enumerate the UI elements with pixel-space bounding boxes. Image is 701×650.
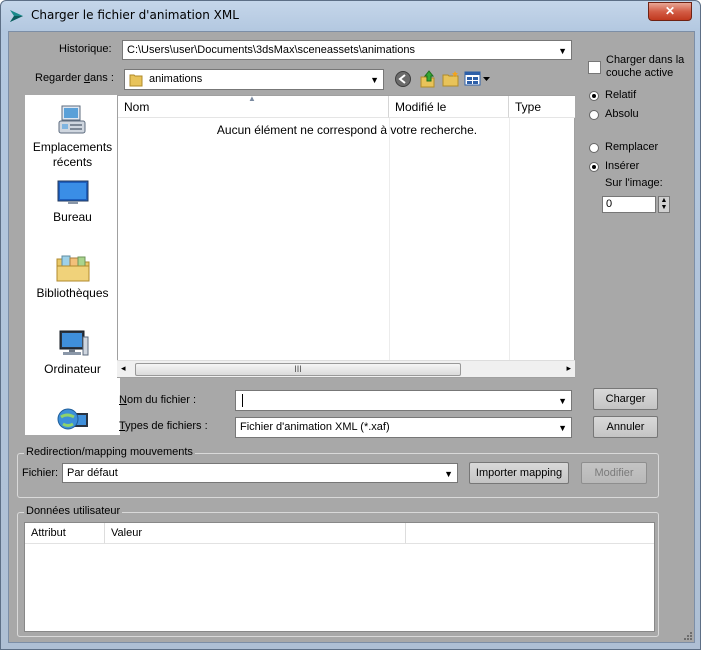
scroll-left-icon[interactable]: ◂ — [121, 363, 126, 374]
network-icon — [57, 408, 88, 430]
place-recent-label: Emplacements récents — [32, 140, 113, 169]
dialog-window: Charger le fichier d'animation XML ✕ His… — [0, 0, 701, 650]
dialog-client-area: Historique: C:\Users\user\Documents\3dsM… — [8, 31, 695, 643]
retarget-file-value: Par défaut — [67, 467, 118, 479]
retarget-group-title: Redirection/mapping mouvements — [24, 446, 195, 458]
column-divider — [509, 118, 510, 361]
column-header-modified[interactable]: Modifié le — [389, 96, 509, 118]
load-active-layer-checkbox[interactable] — [588, 61, 601, 74]
libraries-icon — [56, 255, 89, 282]
history-combo[interactable]: C:\Users\user\Documents\3dsMax\sceneasse… — [122, 40, 572, 60]
place-computer[interactable]: Ordinateur — [25, 329, 120, 377]
up-folder-icon[interactable] — [419, 69, 437, 89]
absolute-label: Absolu — [605, 108, 639, 120]
absolute-radio[interactable] — [589, 110, 599, 120]
window-title: Charger le fichier d'animation XML — [31, 8, 239, 22]
insert-radio[interactable] — [589, 162, 599, 172]
replace-label: Remplacer — [605, 141, 659, 153]
filetype-select[interactable]: Fichier d'animation XML (*.xaf) ▼ — [235, 417, 572, 438]
filetype-value: Fichier d'animation XML (*.xaf) — [240, 421, 390, 433]
chevron-down-icon[interactable]: ▼ — [444, 465, 453, 482]
load-button[interactable]: Charger — [593, 388, 658, 410]
resize-grip-icon[interactable] — [682, 630, 693, 641]
close-icon: ✕ — [664, 4, 676, 18]
text-caret — [242, 394, 243, 407]
column-header-attribute[interactable]: Attribut — [25, 523, 105, 544]
view-menu-icon[interactable] — [464, 70, 492, 88]
relative-radio[interactable] — [589, 91, 599, 101]
place-recent[interactable]: Emplacements récents — [25, 103, 120, 170]
look-in-value: animations — [149, 73, 203, 85]
filename-input[interactable]: ▼ — [235, 390, 572, 411]
retarget-file-label: Fichier: — [22, 467, 59, 479]
load-active-layer-label: Charger dans la couche active — [606, 54, 685, 79]
horizontal-scrollbar[interactable]: ◂ III ▸ — [117, 360, 575, 377]
on-frame-label: Sur l'image: — [605, 177, 663, 189]
3dsmax-app-icon — [10, 10, 23, 22]
empty-message: Aucun élément ne correspond à votre rech… — [216, 123, 478, 137]
on-frame-spinner[interactable]: ▲ ▼ — [658, 196, 670, 213]
replace-radio[interactable] — [589, 143, 599, 153]
chevron-down-icon[interactable]: ▼ — [558, 392, 567, 410]
look-in-label: Regarder dans : — [35, 72, 114, 84]
place-libraries[interactable]: Bibliothèques — [25, 253, 120, 301]
import-mapping-button[interactable]: Importer mapping — [469, 462, 569, 484]
place-computer-label: Ordinateur — [44, 362, 101, 376]
file-list[interactable]: Nom ▲ Modifié le Type Aucun élément ne c… — [117, 94, 575, 378]
spinner-down-icon[interactable]: ▼ — [659, 204, 669, 211]
filename-label: Nom du fichier : — [119, 394, 197, 406]
place-desktop[interactable]: Bureau — [25, 179, 120, 225]
chevron-down-icon[interactable]: ▼ — [558, 42, 567, 59]
column-header-type[interactable]: Type — [509, 96, 575, 118]
column-divider — [389, 118, 390, 361]
modify-button[interactable]: Modifier — [581, 462, 647, 484]
close-button[interactable]: ✕ — [648, 2, 692, 21]
insert-label: Insérer — [605, 160, 640, 172]
look-in-combo[interactable]: animations ▼ — [124, 69, 384, 90]
user-data-table[interactable]: Attribut Valeur — [24, 522, 655, 632]
scroll-right-icon[interactable]: ▸ — [566, 363, 571, 374]
new-folder-icon[interactable] — [442, 70, 460, 88]
folder-icon — [129, 74, 143, 87]
sort-ascending-icon: ▲ — [248, 94, 256, 103]
chevron-down-icon[interactable]: ▼ — [370, 71, 379, 89]
places-bar: Emplacements récents Bureau Bibliothèque… — [25, 95, 120, 435]
cancel-button[interactable]: Annuler — [593, 416, 658, 438]
chevron-down-icon[interactable]: ▼ — [558, 419, 567, 437]
retarget-file-select[interactable]: Par défaut ▼ — [62, 463, 458, 483]
history-value: C:\Users\user\Documents\3dsMax\sceneasse… — [127, 44, 415, 56]
desktop-icon — [57, 180, 88, 204]
computer-icon — [59, 330, 88, 356]
on-frame-input[interactable]: 0 — [602, 196, 656, 213]
title-bar[interactable]: Charger le fichier d'animation XML ✕ — [1, 1, 700, 31]
place-network[interactable] — [25, 403, 120, 435]
recent-places-icon — [58, 105, 85, 134]
place-libraries-label: Bibliothèques — [36, 286, 109, 300]
spinner-up-icon[interactable]: ▲ — [659, 197, 669, 204]
place-desktop-label: Bureau — [53, 210, 92, 224]
relative-label: Relatif — [605, 89, 637, 101]
column-header-name[interactable]: Nom ▲ — [118, 94, 389, 118]
history-label: Historique: — [59, 43, 112, 55]
scroll-thumb[interactable]: III — [135, 363, 461, 376]
back-icon[interactable] — [394, 70, 412, 88]
user-data-group-title: Données utilisateur — [24, 505, 123, 517]
column-header-value[interactable]: Valeur — [105, 523, 406, 544]
filetype-label: Types de fichiers : — [119, 420, 208, 432]
column-header-filler — [406, 523, 654, 544]
